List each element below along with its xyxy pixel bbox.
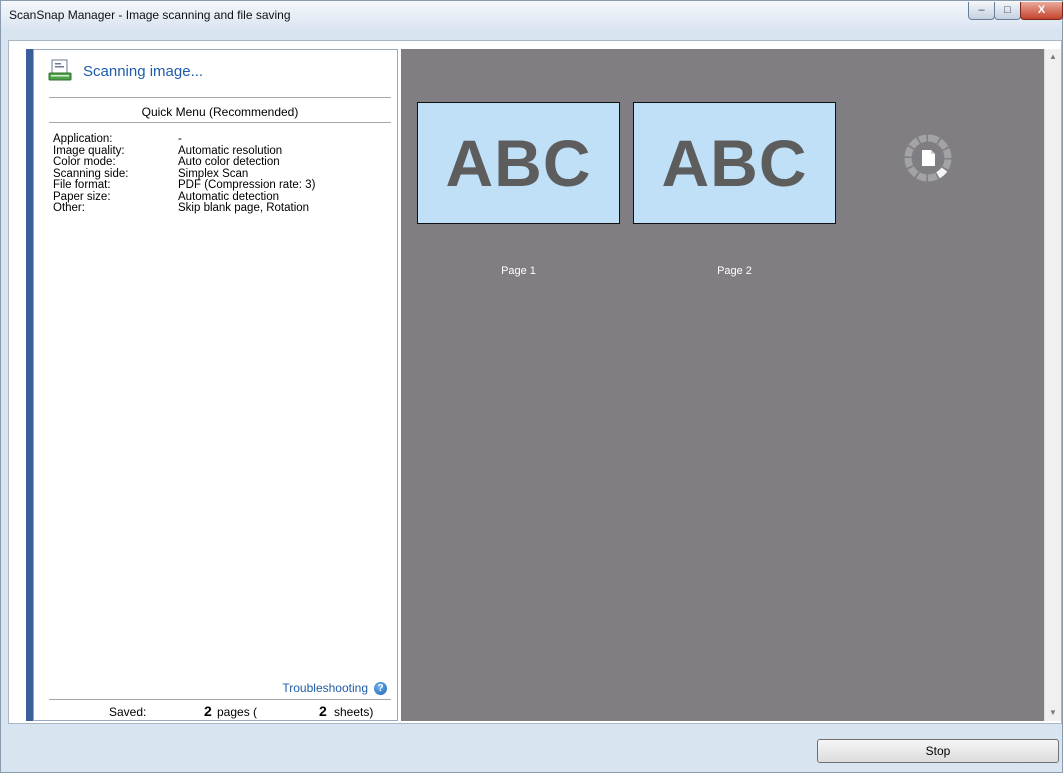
page-label: Page 1 [501,265,536,277]
close-icon: X [1037,4,1046,16]
minimize-icon: – [978,4,985,16]
preview-area: ABC ABC Page 1 Page 2 [401,49,1044,721]
saved-sheets-count: 2 [319,703,327,719]
saved-sheets-text: sheets) [334,705,374,719]
maximize-icon: □ [1004,4,1011,16]
thumbnail-content: ABC [445,126,592,200]
help-icon[interactable]: ? [374,681,387,695]
title-bar: ScanSnap Manager - Image scanning and fi… [1,1,1063,29]
scanner-document-icon [48,59,74,83]
preview-scrollbar[interactable]: ▲ ▼ [1044,49,1061,721]
setting-row-color-mode: Color mode: Auto color detection [53,156,315,169]
window-title: ScanSnap Manager - Image scanning and fi… [9,8,291,22]
info-panel: Scanning image... Quick Menu (Recommende… [33,49,398,721]
client-area: Scanning image... Quick Menu (Recommende… [8,40,1062,724]
saved-summary: Saved: 2 pages ( 2 sheets) [49,702,391,720]
setting-value: Auto color detection [178,156,280,168]
left-accent-bar [26,49,33,721]
divider-quick-menu [49,122,391,123]
setting-row-application: Application: - [53,133,315,146]
settings-list: Application: - Image quality: Automatic … [53,133,316,215]
setting-label: File format: [53,179,111,191]
page-thumbnail[interactable]: ABC [417,102,620,224]
loading-spinner-icon [899,129,957,187]
stop-button[interactable]: Stop [817,739,1059,763]
saved-pages-text: pages ( [217,705,258,719]
scroll-up-icon[interactable]: ▲ [1045,49,1061,65]
quick-menu-title: Quick Menu (Recommended) [141,105,299,119]
troubleshooting-link[interactable]: Troubleshooting ? [282,681,387,695]
saved-label: Saved: [109,705,147,719]
page-label: Page 2 [717,265,752,277]
setting-value: - [178,133,182,145]
troubleshooting-label[interactable]: Troubleshooting [282,681,368,695]
scroll-down-icon[interactable]: ▼ [1045,705,1061,721]
page-thumbnail[interactable]: ABC [633,102,836,224]
setting-row-file-format: File format: PDF (Compression rate: 3) [53,179,316,192]
setting-label: Color mode: [53,156,116,168]
divider-top [49,97,391,98]
saved-pages-count: 2 [204,703,212,719]
maximize-button[interactable]: □ [994,2,1021,20]
minimize-button[interactable]: – [968,2,995,20]
setting-row-other: Other: Skip blank page, Rotation [53,202,315,215]
close-button[interactable]: X [1020,2,1063,20]
scansnap-window: ScanSnap Manager - Image scanning and fi… [0,0,1063,773]
setting-value: PDF (Compression rate: 3) [178,179,316,191]
divider-bottom [49,699,391,700]
thumbnail-content: ABC [661,126,808,200]
setting-label: Application: [53,133,113,145]
status-text: Scanning image... [83,62,204,80]
scan-status: Scanning image... [48,58,203,84]
setting-label: Other: [53,202,85,214]
setting-value: Skip blank page, Rotation [178,202,310,214]
